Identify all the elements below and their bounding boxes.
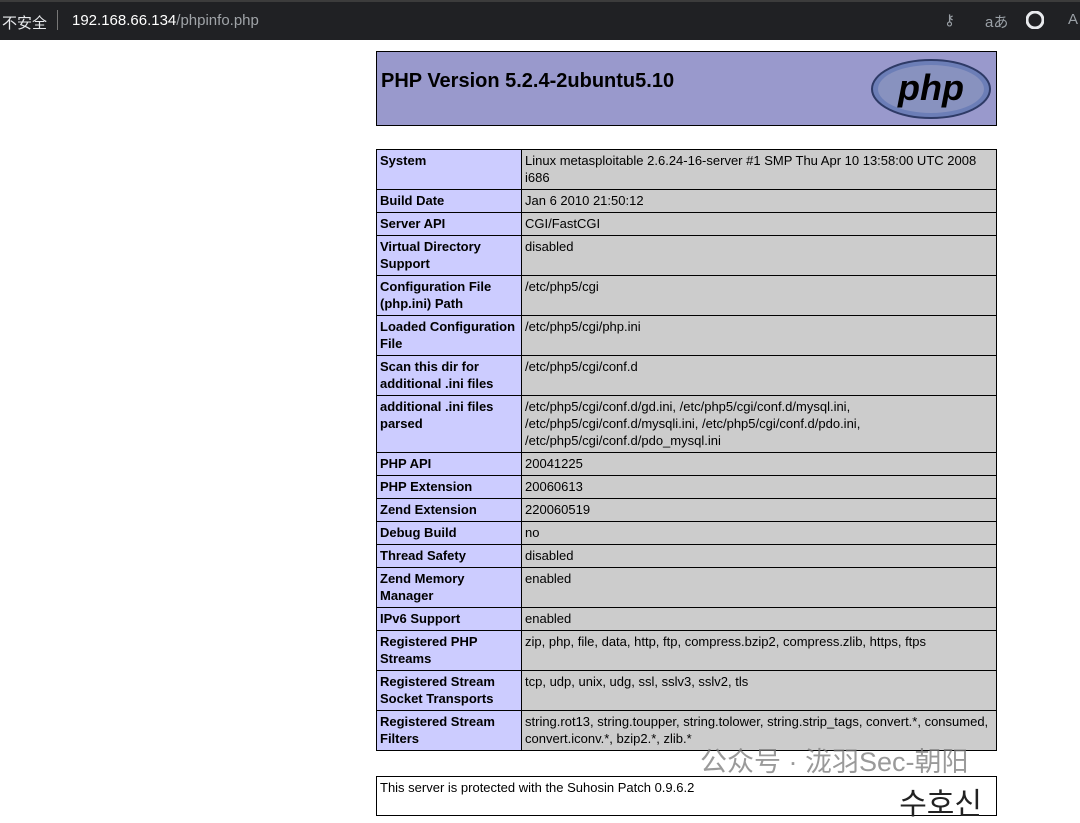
suhosin-logo: 수호신 bbox=[899, 788, 982, 821]
table-row: Build Date Jan 6 2010 21:50:12 bbox=[376, 189, 997, 213]
url-path: /phpinfo.php bbox=[176, 12, 259, 29]
row-value: /etc/php5/cgi/conf.d/gd.ini, /etc/php5/c… bbox=[521, 395, 997, 453]
row-key: Registered PHP Streams bbox=[376, 630, 522, 671]
table-row: Zend Memory Manager enabled bbox=[376, 567, 997, 608]
table-row: PHP API 20041225 bbox=[376, 452, 997, 476]
row-key: Zend Memory Manager bbox=[376, 567, 522, 608]
row-value: zip, php, file, data, http, ftp, compres… bbox=[521, 630, 997, 671]
php-logo[interactable]: php bbox=[870, 58, 992, 120]
text-size-icon[interactable]: A bbox=[1068, 11, 1078, 28]
url-field[interactable]: 192.168.66.134/phpinfo.php bbox=[72, 12, 259, 29]
row-key: Registered Stream Filters bbox=[376, 710, 522, 751]
security-warning-label[interactable]: 不安全 bbox=[2, 12, 47, 33]
row-value: /etc/php5/cgi bbox=[521, 275, 997, 316]
row-key: Zend Extension bbox=[376, 498, 522, 522]
watermark: 公众号 · 泷羽Sec-朝阳 bbox=[700, 747, 969, 777]
row-value: /etc/php5/cgi/php.ini bbox=[521, 315, 997, 356]
table-row: Thread Safety disabled bbox=[376, 544, 997, 568]
row-key: additional .ini files parsed bbox=[376, 395, 522, 453]
row-key: Loaded Configuration File bbox=[376, 315, 522, 356]
row-value: enabled bbox=[521, 607, 997, 631]
row-value: 20041225 bbox=[521, 452, 997, 476]
row-value: CGI/FastCGI bbox=[521, 212, 997, 236]
table-row: Loaded Configuration File/etc/php5/cgi/p… bbox=[376, 315, 997, 356]
row-key: Configuration File (php.ini) Path bbox=[376, 275, 522, 316]
page-title: PHP Version 5.2.4-2ubuntu5.10 bbox=[381, 70, 675, 92]
row-key: System bbox=[376, 149, 522, 190]
suhosin-footer: This server is protected with the Suhosi… bbox=[376, 776, 997, 821]
table-row: Zend Extension 220060519 bbox=[376, 498, 997, 522]
row-value: Jan 6 2010 21:50:12 bbox=[521, 189, 997, 213]
row-value: 20060613 bbox=[521, 475, 997, 499]
phpinfo-table: System Linux metasploitable 2.6.24-16-ser… bbox=[376, 149, 997, 751]
url-host: 192.168.66.134 bbox=[72, 12, 177, 29]
row-value: disabled bbox=[521, 235, 997, 276]
php-logo-text: php bbox=[897, 67, 964, 108]
row-key: PHP Extension bbox=[376, 475, 522, 499]
edge-icon[interactable] bbox=[1025, 10, 1045, 33]
table-row: additional .ini files parsed/etc/php5/cg… bbox=[376, 395, 997, 453]
table-row: Registered PHP Streams zip, php, file, da… bbox=[376, 630, 997, 671]
table-row: System Linux metasploitable 2.6.24-16-ser… bbox=[376, 149, 997, 190]
php-version-header: PHP Version 5.2.4-2ubuntu5.10 php bbox=[376, 51, 997, 126]
table-row: Scan this dir for additional .ini files /… bbox=[376, 355, 997, 396]
row-key: PHP API bbox=[376, 452, 522, 476]
table-row: Registered Stream Socket Transports tcp, … bbox=[376, 670, 997, 711]
key-icon[interactable]: ⚷ bbox=[944, 11, 955, 29]
row-value: disabled bbox=[521, 544, 997, 568]
row-key: IPv6 Support bbox=[376, 607, 522, 631]
suhosin-text: This server is protected with the Suhosi… bbox=[380, 780, 695, 795]
row-value: enabled bbox=[521, 567, 997, 608]
table-row: Configuration File (php.ini) Path/etc/ph… bbox=[376, 275, 997, 316]
table-row: PHP Extension 20060613 bbox=[376, 475, 997, 499]
table-row: IPv6 Support enabled bbox=[376, 607, 997, 631]
table-row: Virtual Directory Support disabled bbox=[376, 235, 997, 276]
browser-address-bar: 不安全 192.168.66.134/phpinfo.php ⚷ aあ A bbox=[0, 0, 1080, 40]
row-key: Registered Stream Socket Transports bbox=[376, 670, 522, 711]
table-row: Server API CGI/FastCGI bbox=[376, 212, 997, 236]
row-value: tcp, udp, unix, udg, ssl, sslv3, sslv2, … bbox=[521, 670, 997, 711]
row-value: Linux metasploitable 2.6.24-16-server #1… bbox=[521, 149, 997, 190]
row-value: /etc/php5/cgi/conf.d bbox=[521, 355, 997, 396]
row-key: Virtual Directory Support bbox=[376, 235, 522, 276]
row-key: Scan this dir for additional .ini files bbox=[376, 355, 522, 396]
row-value: no bbox=[521, 521, 997, 545]
row-key: Build Date bbox=[376, 189, 522, 213]
row-key: Server API bbox=[376, 212, 522, 236]
read-aloud-icon[interactable]: aあ bbox=[985, 11, 1008, 32]
row-key: Thread Safety bbox=[376, 544, 522, 568]
row-value: 220060519 bbox=[521, 498, 997, 522]
table-row: Debug Build no bbox=[376, 521, 997, 545]
row-key: Debug Build bbox=[376, 521, 522, 545]
address-bar-separator bbox=[57, 10, 58, 30]
